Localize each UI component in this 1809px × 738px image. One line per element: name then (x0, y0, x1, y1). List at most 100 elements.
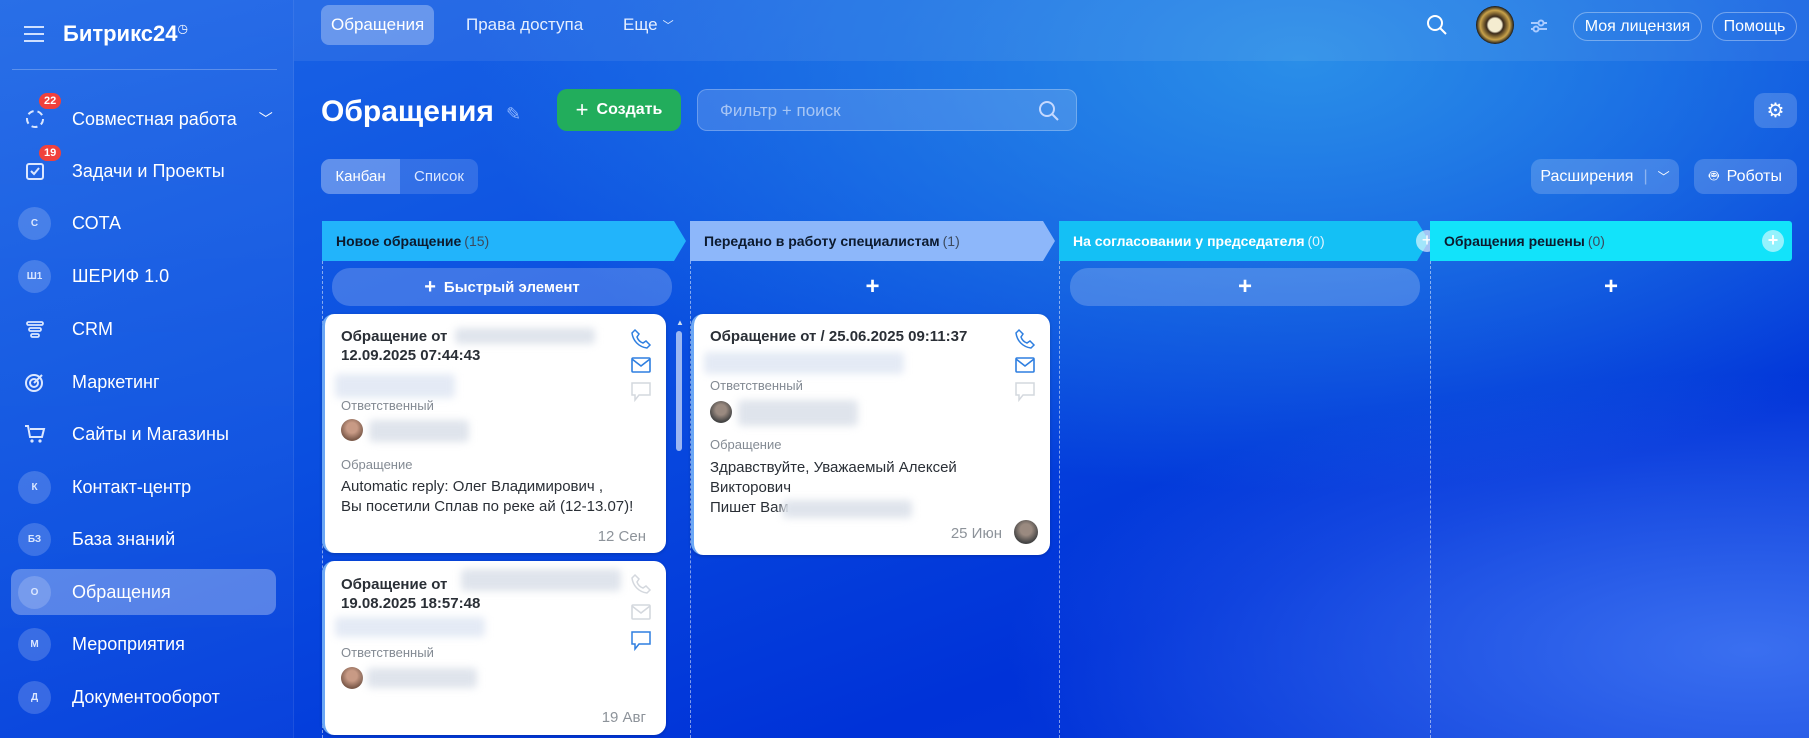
menu-icon[interactable] (24, 26, 44, 42)
mail-icon[interactable] (630, 601, 652, 623)
column-title: Новое обращение (336, 233, 462, 249)
chevron-down-icon[interactable]: ﹀ (259, 109, 273, 129)
subject-text: Automatic reply: Олег Владимирович , (341, 478, 604, 495)
contact-center-icon: К (18, 470, 51, 504)
column-header-new[interactable]: Новое обращение (15) (322, 221, 686, 261)
scrollbar[interactable]: ▲ (676, 318, 684, 738)
divider (12, 69, 277, 70)
search-icon[interactable] (1038, 100, 1060, 122)
column-header-assigned[interactable]: Передано в работу специалистам (1) (690, 221, 1055, 261)
sidebar-item-crm[interactable]: CRM (11, 306, 276, 352)
extensions-button[interactable]: Расширения | ﹀ (1531, 159, 1679, 194)
sidebar-item-contact-center[interactable]: К Контакт-центр (11, 464, 276, 510)
responsible-label: Ответственный (341, 398, 434, 413)
column-header-approval[interactable]: На согласовании у председателя (0) (1059, 221, 1429, 261)
subject-label: Обращение (341, 457, 413, 472)
sidebar-item-docs[interactable]: Д Документооборот (11, 674, 276, 720)
settings-button[interactable]: ⚙ (1754, 93, 1797, 128)
collab-icon: 22 (18, 92, 62, 136)
search-icon[interactable] (1426, 14, 1448, 41)
responsible-label: Ответственный (341, 645, 434, 660)
sidebar-item-sota[interactable]: С СОТА (11, 200, 276, 246)
add-item-button[interactable]: + (1070, 268, 1420, 306)
label: Обращения (72, 581, 171, 602)
events-icon: М (18, 627, 51, 661)
target-icon (18, 366, 51, 399)
tab-access-rights[interactable]: Права доступа (456, 5, 593, 45)
sidebar-item-knowledge[interactable]: БЗ База знаний (11, 516, 276, 562)
requests-icon: О (18, 575, 51, 609)
view-switcher: Канбан Список (321, 159, 478, 194)
cart-icon (18, 418, 51, 451)
chat-icon[interactable] (1014, 380, 1036, 402)
help-button[interactable]: Помощь (1712, 12, 1797, 41)
sidebar-item-sherif[interactable]: Ш1 ШЕРИФ 1.0 (11, 253, 276, 299)
subject-text: Пишет Вам (710, 499, 789, 516)
tab-list[interactable]: Список (400, 159, 478, 194)
chevron-down-icon[interactable]: ﹀ (1658, 168, 1670, 185)
sidebar-item-collab[interactable]: 22 Совместная работа ﹀ (11, 92, 276, 142)
sidebar-item-requests[interactable]: О Обращения (11, 569, 276, 615)
sidebar-item-events[interactable]: М Мероприятия (11, 621, 276, 667)
add-column-icon[interactable]: + (1762, 230, 1784, 252)
phone-icon[interactable] (1014, 328, 1036, 350)
kanban-card[interactable]: Обращение от 12.09.2025 07:44:43 Ответст… (322, 314, 666, 553)
card-title-date: 19.08.2025 18:57:48 (341, 595, 481, 612)
my-license-button[interactable]: Моя лицензия (1573, 12, 1702, 41)
avatar[interactable] (1014, 520, 1038, 544)
chat-icon[interactable] (630, 380, 652, 402)
tab-requests[interactable]: Обращения (321, 5, 435, 45)
label: СОТА (72, 212, 122, 233)
responsible-label: Ответственный (710, 378, 803, 393)
plus-icon: + (575, 97, 589, 122)
clock-icon: ◷ (177, 21, 188, 36)
subject-label: Обращение (710, 437, 782, 452)
redacted (369, 420, 469, 442)
pin-icon[interactable]: ✎ (506, 104, 521, 125)
quick-item-button[interactable]: + Быстрый элемент (332, 268, 672, 306)
tab-kanban[interactable]: Канбан (321, 159, 400, 194)
chat-icon[interactable] (630, 629, 652, 651)
logo[interactable]: Битрикс24◷ (63, 21, 188, 47)
column-header-resolved[interactable]: Обращения решены (0) + (1430, 221, 1792, 261)
sidebar-item-sites[interactable]: Сайты и Магазины (11, 411, 276, 457)
create-button[interactable]: + Создать (557, 89, 681, 131)
redacted (461, 569, 621, 591)
column-count: (1) (942, 233, 960, 249)
label: Совместная работа (72, 108, 237, 129)
mail-icon[interactable] (630, 354, 652, 376)
label: Сайты и Магазины (72, 423, 229, 444)
label: Контакт-центр (72, 476, 192, 497)
card-title: Обращение от / 25.06.2025 09:11:37 (710, 328, 968, 345)
mail-icon[interactable] (1014, 354, 1036, 376)
add-item-button[interactable]: + (1430, 268, 1792, 306)
label: Мероприятия (72, 633, 185, 654)
phone-icon[interactable] (630, 573, 652, 595)
avatar[interactable] (341, 667, 363, 689)
phone-icon[interactable] (630, 328, 652, 350)
redacted (704, 352, 904, 374)
filter-search-input[interactable]: Фильтр + поиск (697, 89, 1077, 131)
sota-icon: С (18, 206, 51, 240)
robots-button[interactable]: 🤖︎ Роботы (1694, 159, 1797, 194)
label: Маркетинг (72, 371, 160, 392)
sidebar-item-tasks[interactable]: 19 Задачи и Проекты (11, 144, 276, 194)
subject-text: Викторович (710, 479, 792, 496)
badge: 19 (39, 144, 62, 161)
create-label: Создать (596, 101, 663, 118)
sidebar-item-marketing[interactable]: Маркетинг (11, 359, 276, 405)
column-divider (1059, 261, 1060, 738)
kanban-card[interactable]: Обращение от / 25.06.2025 09:11:37 Ответ… (691, 314, 1050, 555)
kanban-card[interactable]: Обращение от 19.08.2025 18:57:48 Ответст… (322, 561, 666, 735)
avatar[interactable] (341, 419, 363, 441)
add-item-button[interactable]: + (690, 268, 1055, 306)
redacted (335, 374, 455, 398)
avatar[interactable] (1476, 6, 1514, 44)
column-title: Обращения решены (1444, 233, 1585, 249)
avatar[interactable] (710, 401, 732, 423)
settings-sliders-icon[interactable] (1529, 16, 1549, 41)
page-title: Обращения (321, 95, 494, 128)
plus-icon: + (424, 275, 436, 298)
robot-icon: 🤖︎ (1708, 167, 1719, 185)
tab-more[interactable]: Еще ﹀ (613, 5, 684, 45)
